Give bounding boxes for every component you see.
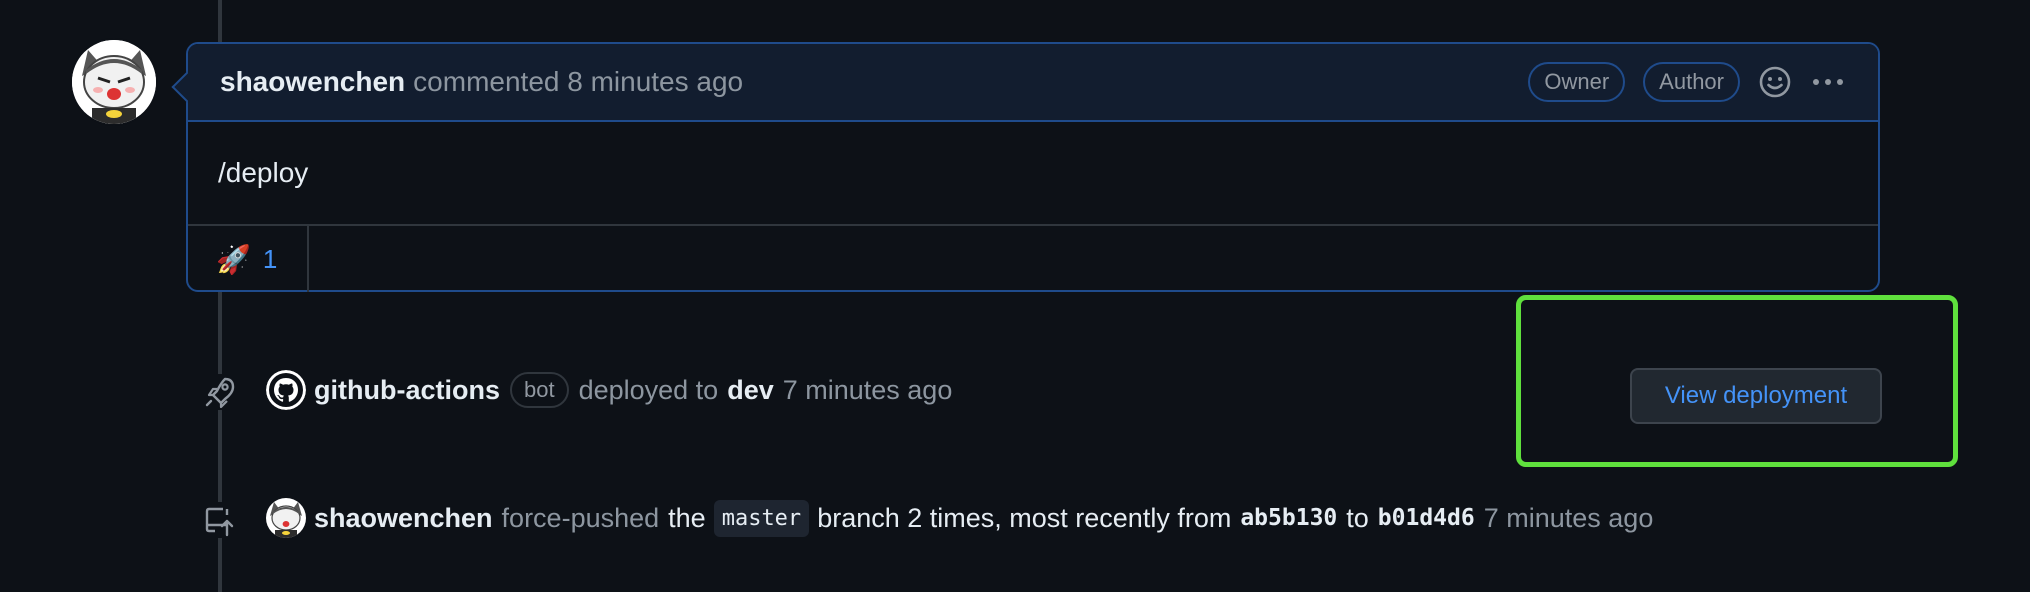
push-event: shaowenchen force-pushed the master bran… (266, 498, 1653, 538)
deploy-action-text: deployed to (578, 374, 719, 405)
rocket-emoji: 🚀 (216, 243, 251, 275)
author-badge: Author (1643, 62, 1740, 102)
push-to-text: to (1346, 502, 1369, 533)
push-branch-suffix: branch 2 times, most recently from (817, 502, 1232, 533)
view-deployment-button[interactable]: View deployment (1630, 368, 1882, 424)
repo-push-icon (202, 502, 238, 538)
to-commit-sha[interactable]: b01d4d6 (1378, 505, 1475, 531)
comment-body: /deploy (188, 122, 1878, 226)
timeline-page: shaowenchen commented 8 minutes ago Owne… (0, 0, 2030, 592)
bot-badge: bot (509, 372, 569, 408)
deploy-event: github-actions bot deployed to dev 7 min… (266, 370, 952, 410)
rocket-icon (202, 374, 238, 410)
branch-name[interactable]: master (713, 499, 810, 537)
push-actor-link[interactable]: shaowenchen (314, 503, 493, 534)
from-commit-sha[interactable]: ab5b130 (1240, 505, 1337, 531)
comment-author-link[interactable]: shaowenchen (220, 66, 405, 98)
avatar[interactable] (266, 498, 306, 538)
reactions-bar: 🚀 1 (188, 226, 1878, 292)
push-action-text: force-pushed (501, 502, 660, 533)
comment-header: shaowenchen commented 8 minutes ago Owne… (188, 44, 1878, 122)
push-time[interactable]: 7 minutes ago (1484, 503, 1654, 534)
comment-meta[interactable]: commented 8 minutes ago (413, 66, 743, 98)
deploy-time[interactable]: 7 minutes ago (783, 375, 953, 406)
smiley-icon[interactable] (1758, 65, 1792, 99)
kebab-horizontal-icon[interactable] (1810, 72, 1846, 92)
reaction-count: 1 (262, 243, 278, 274)
avatar[interactable] (72, 40, 156, 124)
owner-badge: Owner (1528, 62, 1626, 102)
comment-header-actions: Owner Author (1528, 62, 1846, 102)
comment-box: shaowenchen commented 8 minutes ago Owne… (171, 42, 1880, 292)
environment-name[interactable]: dev (727, 375, 774, 406)
reaction-rocket-button[interactable]: 🚀 1 (188, 226, 310, 292)
push-the-text: the (668, 502, 706, 533)
github-actions-avatar[interactable] (266, 370, 306, 410)
github-actions-link[interactable]: github-actions (314, 375, 500, 406)
